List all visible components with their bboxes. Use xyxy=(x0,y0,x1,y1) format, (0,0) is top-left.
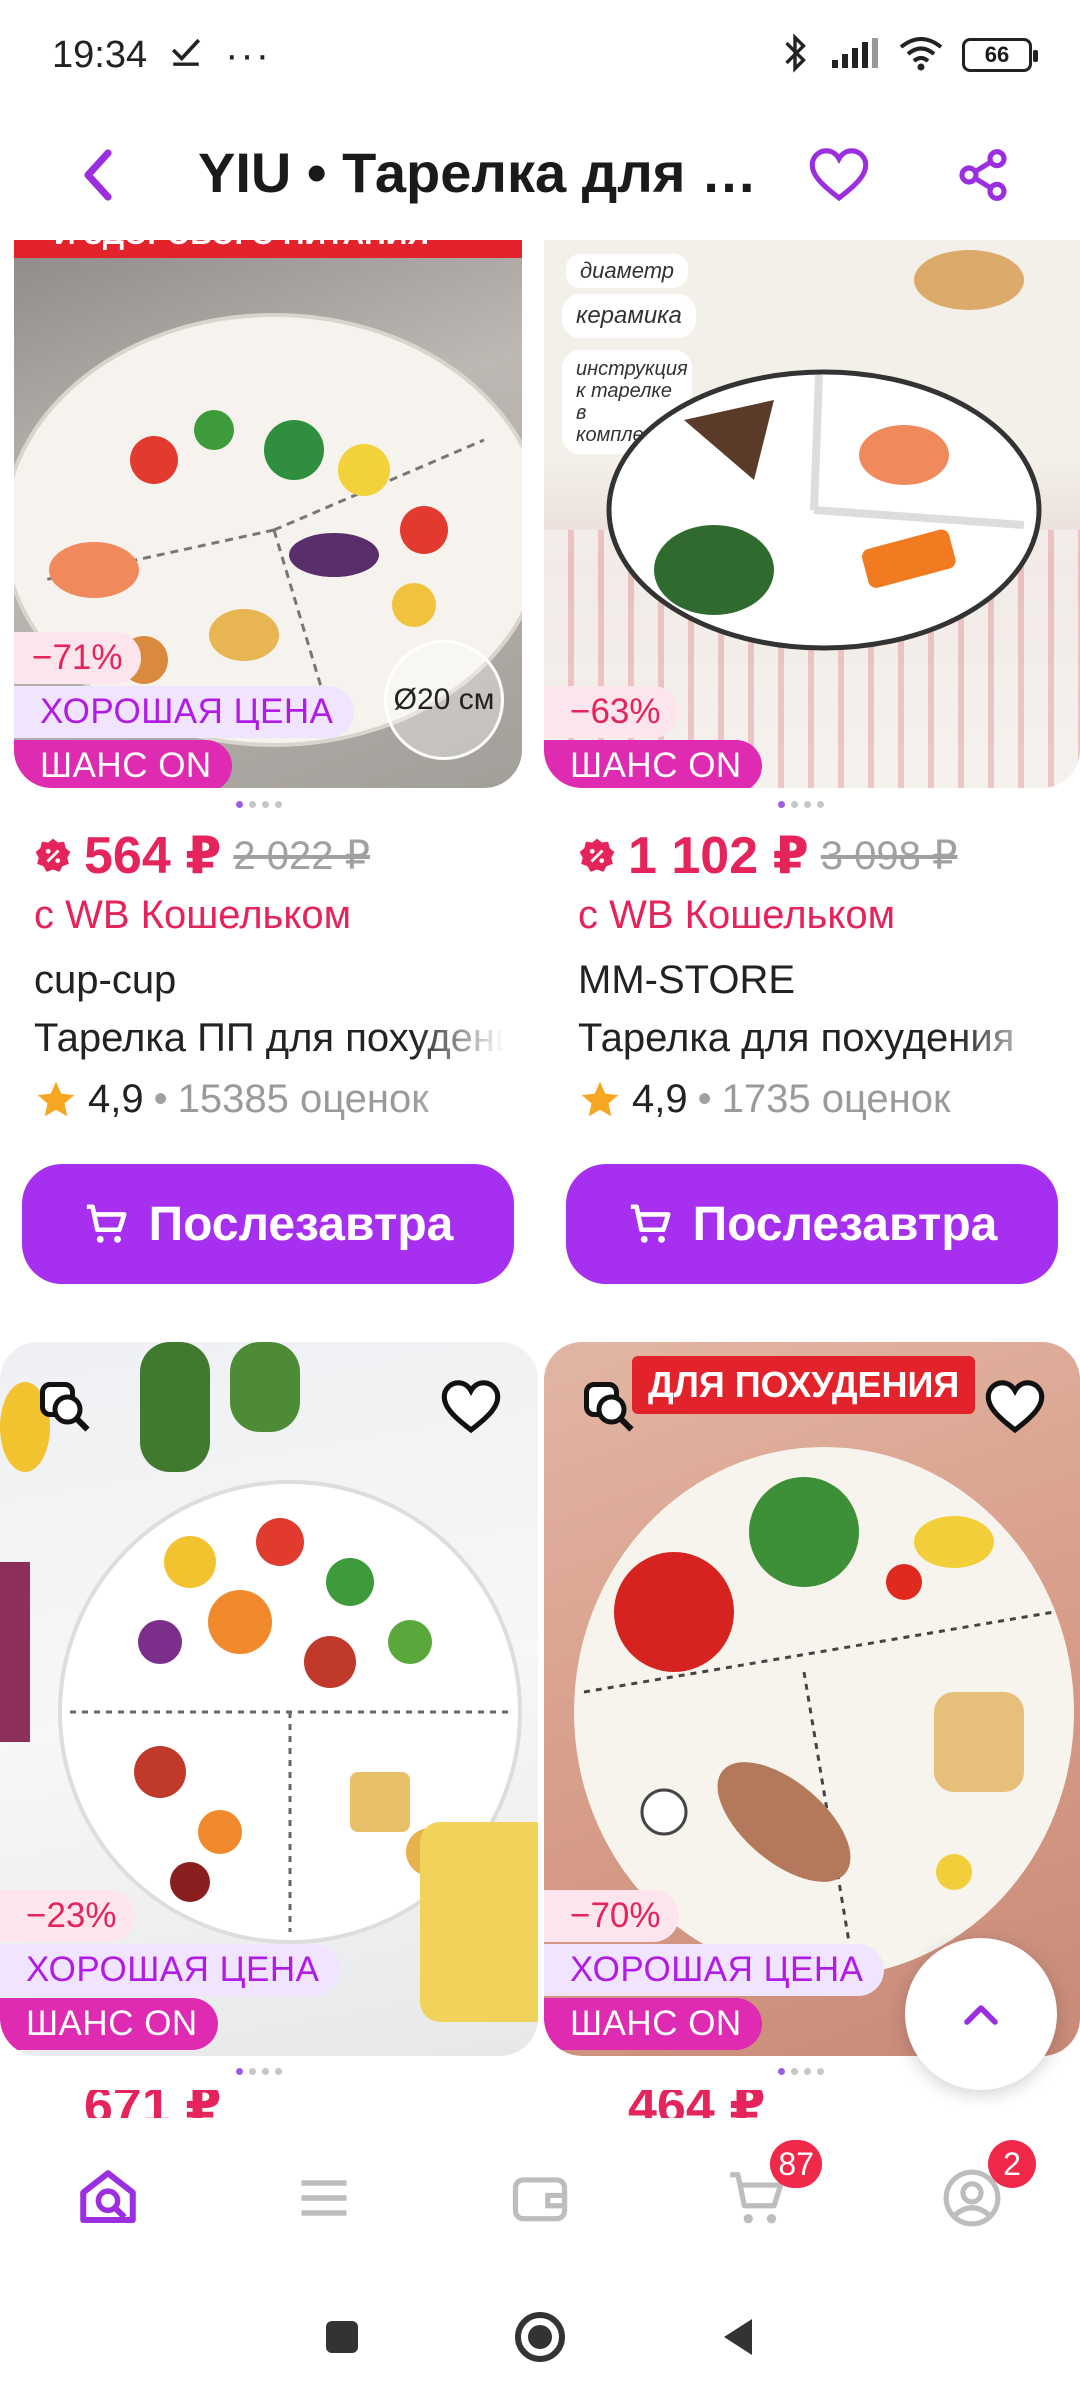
chance-badge: ШАНС ON xyxy=(544,740,762,788)
similar-search-button[interactable] xyxy=(574,1372,644,1442)
product-image[interactable]: диаметр керамика инструкция к тарелке в … xyxy=(544,240,1080,788)
price: 671 ₽ xyxy=(84,2090,221,2118)
more-icon: ··· xyxy=(225,32,272,77)
system-navigation xyxy=(0,2278,1080,2400)
image-banner: ДЛЯ ПОХУДЕНИЯ xyxy=(632,1356,976,1414)
price: 564 ₽ xyxy=(84,827,222,885)
product-image[interactable]: −23% ХОРОШАЯ ЦЕНА ШАНС ON xyxy=(0,1342,538,2056)
image-caption: диаметр xyxy=(566,254,689,288)
battery-icon: 66 xyxy=(962,38,1038,72)
rating-row: 4,9 • 1735 оценок xyxy=(578,1077,1048,1122)
chance-badge: ШАНС ON xyxy=(544,1998,762,2050)
share-icon xyxy=(959,149,1007,201)
nav-home[interactable] xyxy=(48,2138,168,2258)
star-icon xyxy=(581,1081,619,1116)
nav-catalog[interactable] xyxy=(264,2138,384,2258)
nav-cart[interactable]: 87 xyxy=(696,2138,822,2258)
wallet-icon xyxy=(512,2177,568,2222)
add-to-cart-button[interactable]: Послезавтра xyxy=(566,1164,1058,1284)
bottom-navigation: 87 2 xyxy=(0,2118,1080,2278)
chance-badge: ШАНС ON xyxy=(14,740,232,788)
good-price-badge: ХОРОШАЯ ЦЕНА xyxy=(0,1944,340,1996)
system-back-button[interactable] xyxy=(718,2315,758,2364)
old-price: 3 098 ₽ xyxy=(820,834,958,878)
nav-profile[interactable]: 2 xyxy=(912,2138,1036,2258)
favorite-button[interactable] xyxy=(436,1372,506,1442)
home-search-icon xyxy=(80,2170,136,2224)
image-search-icon xyxy=(584,1382,634,1432)
heart-icon xyxy=(809,148,869,202)
profile-badge: 2 xyxy=(988,2140,1036,2188)
triangle-back-icon xyxy=(724,2318,752,2355)
share-button[interactable] xyxy=(928,110,1038,240)
favorite-button[interactable] xyxy=(980,1372,1050,1442)
chevron-up-icon xyxy=(964,2005,998,2025)
nav-wallet[interactable] xyxy=(480,2138,600,2258)
chance-badge: ШАНС ON xyxy=(0,1998,218,2050)
check-icon xyxy=(169,33,203,77)
menu-icon xyxy=(301,2180,347,2216)
status-time: 19:34 xyxy=(52,33,148,76)
wallet-text: с WB Кошельком xyxy=(34,893,352,937)
size-label: Ø20 см xyxy=(384,640,504,760)
wallet-discount-icon xyxy=(35,838,71,872)
bluetooth-icon xyxy=(778,32,812,78)
product-name: Тарелка ПП для похудения xyxy=(34,1016,504,1061)
back-button[interactable] xyxy=(38,110,158,240)
discount-badge: −71% xyxy=(14,632,141,684)
square-icon xyxy=(326,2320,358,2353)
cart-icon xyxy=(86,1204,127,1243)
price: 464 ₽ xyxy=(628,2090,765,2118)
good-price-badge: ХОРОШАЯ ЦЕНА xyxy=(14,686,354,738)
product-name: Тарелка для похудения xyxy=(578,1016,1048,1061)
cart-icon xyxy=(630,1204,671,1243)
rating-row: 4,9 • 15385 оценок xyxy=(34,1077,504,1122)
good-price-badge: ХОРОШАЯ ЦЕНА xyxy=(544,1944,884,1996)
brand-name: MM-STORE xyxy=(578,958,796,1002)
signal-icon xyxy=(830,36,880,75)
wallet-discount-icon xyxy=(579,838,615,872)
status-bar: 19:34 ··· 66 xyxy=(0,0,1080,110)
page-title: YIU • Тарелка для п... xyxy=(198,141,778,204)
favorite-button[interactable] xyxy=(784,110,894,240)
circle-icon xyxy=(515,2311,565,2362)
discount-badge: −70% xyxy=(544,1890,679,1942)
chevron-left-icon xyxy=(84,149,112,201)
discount-badge: −63% xyxy=(544,686,679,738)
image-pager-dots xyxy=(236,2068,282,2075)
wifi-icon xyxy=(898,35,944,76)
image-caption: керамика xyxy=(562,294,696,338)
image-pager-dots xyxy=(778,801,824,808)
image-caption: И ЗДОРОВОГО ПИТАНИЯ xyxy=(54,240,429,258)
discount-badge: −23% xyxy=(0,1890,135,1942)
image-pager-dots xyxy=(236,801,282,808)
star-icon xyxy=(37,1081,75,1116)
image-pager-dots xyxy=(778,2068,824,2075)
scroll-to-top-button[interactable] xyxy=(905,1938,1057,2090)
wallet-text: с WB Кошельком xyxy=(578,893,896,937)
heart-icon xyxy=(441,1380,501,1434)
add-to-cart-button[interactable]: Послезавтра xyxy=(22,1164,514,1284)
product-image[interactable]: И ЗДОРОВОГО ПИТАНИЯ Ø20 см −71% ХОРОШАЯ … xyxy=(14,240,522,788)
similar-search-button[interactable] xyxy=(30,1372,100,1442)
home-button[interactable] xyxy=(512,2309,568,2370)
top-app-bar: YIU • Тарелка для п... xyxy=(0,110,1080,240)
brand-name: cup-cup xyxy=(34,958,177,1002)
cart-badge: 87 xyxy=(770,2140,822,2188)
price: 1 102 ₽ xyxy=(628,827,809,885)
image-search-icon xyxy=(40,1382,90,1432)
recent-apps-button[interactable] xyxy=(322,2317,362,2362)
heart-icon xyxy=(985,1380,1045,1434)
old-price: 2 022 ₽ xyxy=(233,834,371,878)
plate-illustration xyxy=(606,369,1042,651)
